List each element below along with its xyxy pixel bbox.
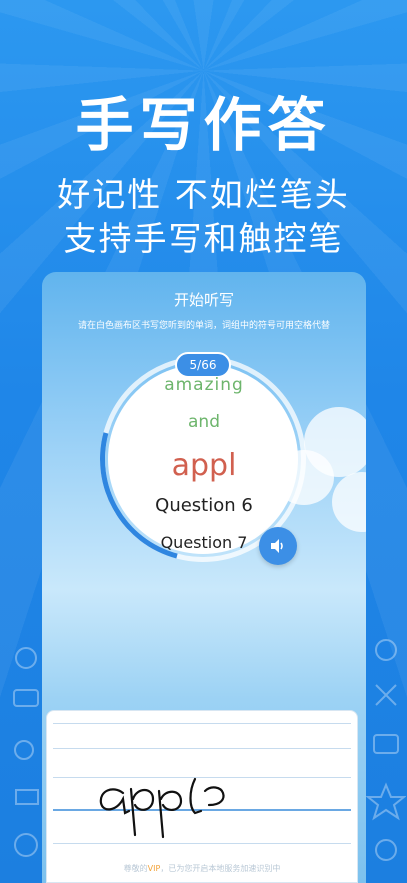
play-audio-button[interactable] xyxy=(259,527,297,565)
pad-guideline xyxy=(53,748,351,749)
dictation-hint: 请在白色画布区书写您听到的单词，词组中的符号可用空格代替 xyxy=(77,321,330,331)
vip-note-prefix: 尊敬的 xyxy=(123,864,148,873)
vip-label: VIP xyxy=(147,864,161,873)
doodle-icons-right xyxy=(366,639,406,861)
pad-guideline xyxy=(53,843,351,844)
promo-subline-2: 支持手写和触控笔 xyxy=(63,219,344,258)
word-next-2: Question 7 xyxy=(160,533,248,552)
handwriting-canvas[interactable]: 尊敬的VIP，已为您开启本地服务加速识别中 xyxy=(46,710,358,883)
dictation-title: 开始听写 xyxy=(173,291,234,309)
promo-subline-1: 好记性 不如烂笔头 xyxy=(57,175,350,214)
speaker-icon xyxy=(271,539,283,553)
vip-acceleration-note: 尊敬的VIP，已为您开启本地服务加速识别中 xyxy=(47,863,357,874)
handwritten-stroke xyxy=(99,777,225,839)
word-next-1: Question 6 xyxy=(155,495,253,516)
word-previous-2: amazing xyxy=(164,375,244,395)
word-current: appl xyxy=(171,448,237,483)
pad-guideline xyxy=(53,723,351,724)
doodle-icons-left xyxy=(13,647,39,857)
word-previous-1: and xyxy=(188,412,220,432)
promo-headline: 手写作答 xyxy=(75,91,332,159)
vip-note-suffix: ，已为您开启本地服务加速识别中 xyxy=(160,864,281,873)
